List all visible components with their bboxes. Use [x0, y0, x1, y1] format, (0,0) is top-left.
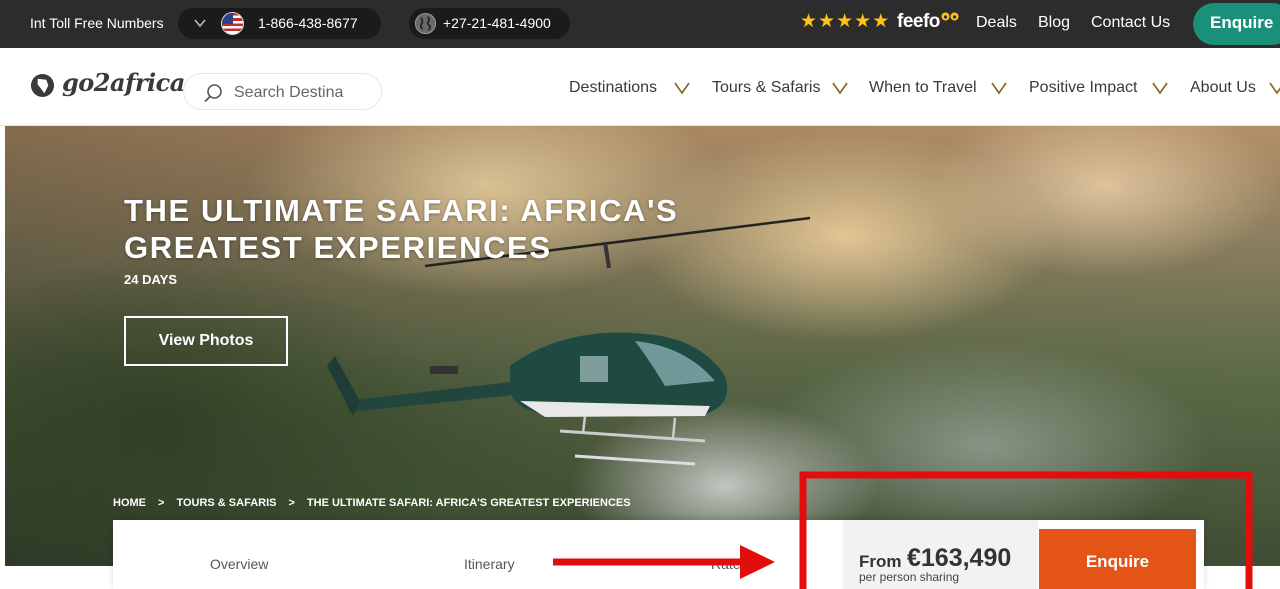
- price-note: per person sharing: [859, 570, 960, 584]
- search-icon[interactable]: [202, 82, 224, 104]
- main-header: go2africa Search Destina Destinations To…: [0, 48, 1280, 126]
- tab-overview[interactable]: Overview: [210, 556, 268, 572]
- hero-banner: THE ULTIMATE SAFARI: AFRICA'S GREATEST E…: [5, 126, 1280, 566]
- star-icon: ★: [818, 11, 836, 32]
- tour-duration: 24 DAYS: [124, 272, 177, 287]
- us-phone-selector[interactable]: 1-866-438-8677: [178, 8, 381, 39]
- chevron-down-icon[interactable]: [990, 80, 1008, 96]
- nav-positive-impact[interactable]: Positive Impact: [1029, 79, 1137, 97]
- nav-when-to-travel[interactable]: When to Travel: [869, 79, 977, 97]
- tab-rates[interactable]: Rates: [711, 556, 748, 572]
- chevron-down-icon[interactable]: [193, 16, 207, 30]
- tab-itinerary[interactable]: Itinerary: [464, 556, 515, 572]
- star-icon: ★: [800, 11, 818, 32]
- enquire-button[interactable]: Enquire: [1039, 529, 1196, 589]
- chevron-down-icon[interactable]: [831, 80, 849, 96]
- us-flag-icon: [221, 12, 244, 35]
- price-amount: €163,490: [907, 544, 1012, 572]
- nav-about-us[interactable]: About Us: [1190, 79, 1256, 97]
- search-box[interactable]: Search Destina: [183, 73, 382, 110]
- intl-phone-pill[interactable]: +27-21-481-4900: [409, 8, 570, 39]
- breadcrumb-current: THE ULTIMATE SAFARI: AFRICA'S GREATEST E…: [306, 497, 631, 509]
- feefo-eyes-icon: [941, 12, 959, 21]
- enquire-top-button[interactable]: Enquire: [1193, 3, 1280, 45]
- nav-destinations[interactable]: Destinations: [569, 79, 657, 97]
- chevron-down-icon[interactable]: [1268, 80, 1280, 96]
- toll-free-label: Int Toll Free Numbers: [30, 15, 164, 31]
- feefo-rating-stars: ★ ★ ★ ★ ★: [800, 12, 889, 32]
- breadcrumb-separator: >: [158, 497, 165, 509]
- star-icon: ★: [872, 11, 890, 32]
- blog-link[interactable]: Blog: [1038, 14, 1070, 32]
- globe-icon: [414, 12, 437, 35]
- breadcrumb-tours-safaris[interactable]: TOURS & SAFARIS: [176, 497, 276, 509]
- star-icon: ★: [854, 11, 872, 32]
- go2africa-logo-icon[interactable]: [30, 73, 55, 98]
- tour-title: THE ULTIMATE SAFARI: AFRICA'S GREATEST E…: [124, 193, 679, 265]
- top-utility-bar: Int Toll Free Numbers 1-866-438-8677 +27…: [0, 0, 1280, 48]
- star-icon: ★: [836, 11, 854, 32]
- feefo-logo[interactable]: feefo: [897, 11, 940, 33]
- go2africa-logo-text[interactable]: go2africa: [62, 68, 185, 97]
- us-phone-number[interactable]: 1-866-438-8677: [258, 15, 358, 31]
- price-from-label: From: [859, 552, 902, 571]
- breadcrumb: HOME > TOURS & SAFARIS > THE ULTIMATE SA…: [113, 497, 631, 509]
- breadcrumb-separator: >: [288, 497, 295, 509]
- tour-tabs-bar: Overview Itinerary Rates From €163,490 p…: [113, 520, 1204, 589]
- contact-us-link[interactable]: Contact Us: [1091, 14, 1170, 32]
- intl-phone-number[interactable]: +27-21-481-4900: [443, 15, 551, 31]
- deals-link[interactable]: Deals: [976, 14, 1017, 32]
- breadcrumb-home[interactable]: HOME: [113, 497, 146, 509]
- view-photos-button[interactable]: View Photos: [124, 316, 288, 366]
- search-input[interactable]: Search Destina: [234, 84, 343, 102]
- nav-tours-safaris[interactable]: Tours & Safaris: [712, 79, 820, 97]
- price-box: From €163,490 per person sharing: [843, 520, 1038, 589]
- chevron-down-icon[interactable]: [1151, 80, 1169, 96]
- chevron-down-icon[interactable]: [673, 80, 691, 96]
